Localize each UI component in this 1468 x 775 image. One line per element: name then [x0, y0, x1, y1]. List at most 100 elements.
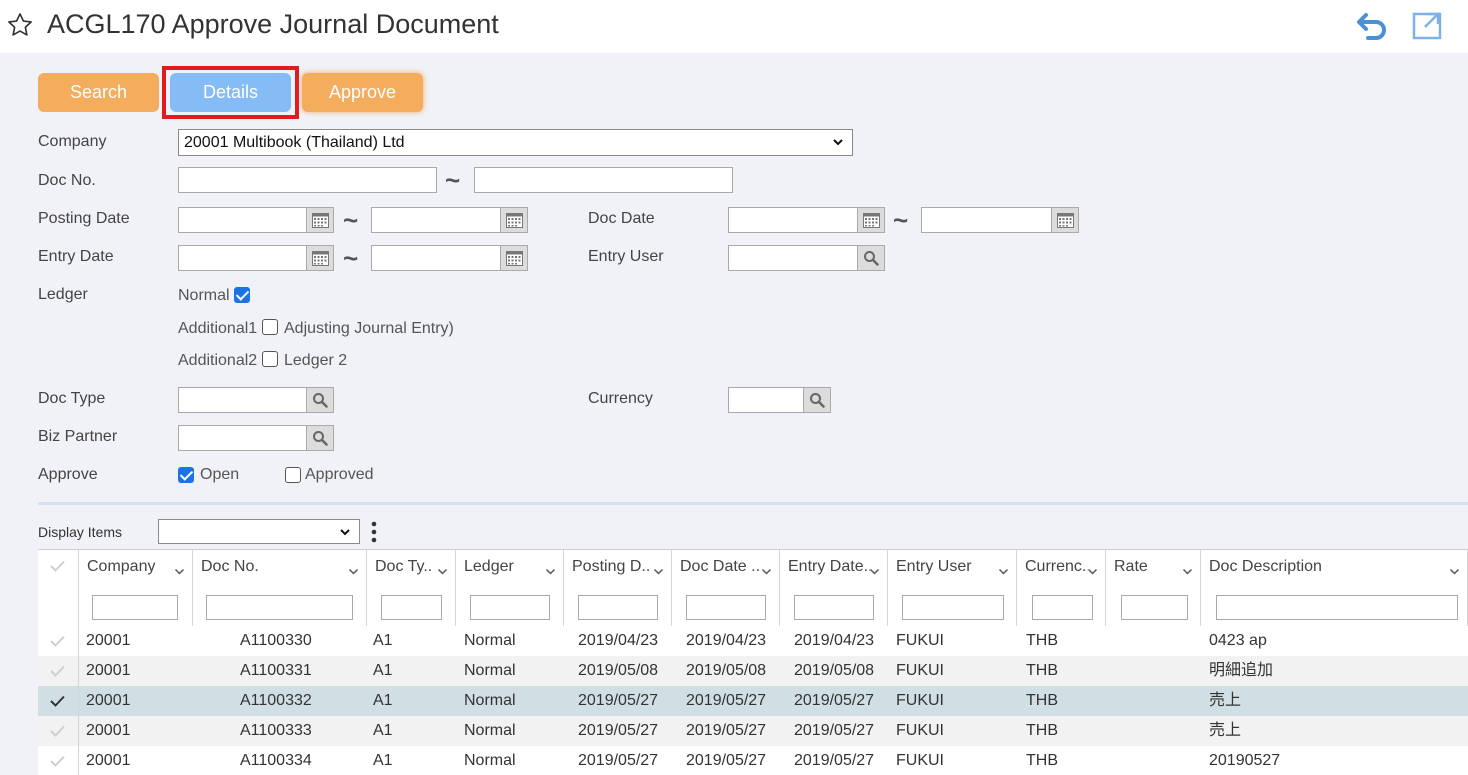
- docno-label: Doc No.: [38, 172, 96, 189]
- chevron-down-icon[interactable]: [437, 566, 448, 577]
- cell-doc-no: A1100334: [240, 752, 312, 769]
- table-row[interactable]: 20001 A1100330 A1 Normal 2019/04/23 2019/04/2…: [38, 626, 1468, 656]
- filter-input-doc-no[interactable]: [206, 595, 353, 620]
- row-select-cell[interactable]: [38, 686, 79, 716]
- chevron-down-icon[interactable]: [998, 566, 1009, 577]
- cell-ledger: Normal: [464, 662, 516, 679]
- column-header-label: Rate: [1114, 558, 1148, 575]
- approve-open-checkbox[interactable]: [178, 467, 194, 483]
- ledger-additional2-label: Additional2: [178, 352, 258, 369]
- docno-from-input[interactable]: [178, 167, 437, 193]
- filter-input-entry-user[interactable]: [902, 595, 1004, 620]
- ledger-normal-checkbox[interactable]: [234, 287, 250, 303]
- search-icon[interactable]: [804, 387, 831, 413]
- row-select-cell[interactable]: [38, 656, 79, 686]
- filter-input-ledger[interactable]: [470, 595, 550, 620]
- cell-doc-description: 売上: [1209, 692, 1242, 709]
- entry-user-input[interactable]: [728, 245, 858, 271]
- cell-company: 20001: [86, 632, 131, 649]
- chevron-down-icon[interactable]: [174, 566, 185, 577]
- biz-partner-label: Biz Partner: [38, 428, 118, 445]
- filter-input-doc-description[interactable]: [1216, 595, 1458, 620]
- cell-doc-type: A1: [373, 692, 393, 709]
- chevron-down-icon[interactable]: [1087, 566, 1098, 577]
- calendar-icon[interactable]: [307, 207, 334, 233]
- cell-doc-date: 2019/05/27: [686, 692, 767, 709]
- approve-button[interactable]: Approve: [302, 73, 423, 112]
- chevron-down-icon[interactable]: [545, 566, 556, 577]
- entry-date-to-input[interactable]: [371, 245, 501, 271]
- cell-ledger: Normal: [464, 632, 516, 649]
- currency-input[interactable]: [728, 387, 804, 413]
- filter-input-rate[interactable]: [1121, 595, 1188, 620]
- select-all-column[interactable]: [38, 550, 79, 627]
- search-icon[interactable]: [307, 425, 334, 451]
- posting-date-to-input[interactable]: [371, 207, 501, 233]
- chevron-down-icon[interactable]: [348, 566, 359, 577]
- filter-input-doc-type[interactable]: [381, 595, 442, 620]
- cell-posting-date: 2019/05/27: [578, 752, 659, 769]
- column-header-label: Currenc..: [1025, 558, 1088, 575]
- table-row[interactable]: 20001 A1100334 A1 Normal 2019/05/27 2019/05/2…: [38, 746, 1468, 775]
- row-select-cell[interactable]: [38, 626, 79, 656]
- cell-ledger: Normal: [464, 752, 516, 769]
- cell-doc-no: A1100331: [240, 662, 312, 679]
- filter-input-doc-date[interactable]: [686, 595, 766, 620]
- company-label: Company: [38, 133, 107, 150]
- star-icon[interactable]: [6, 11, 34, 39]
- cell-doc-type: A1: [373, 632, 393, 649]
- calendar-icon[interactable]: [501, 207, 528, 233]
- table-row[interactable]: 20001 A1100332 A1 Normal 2019/05/27 2019/05/2…: [38, 686, 1468, 716]
- chevron-down-icon[interactable]: [653, 566, 664, 577]
- calendar-icon[interactable]: [1052, 207, 1079, 233]
- approve-approved-checkbox[interactable]: [285, 467, 301, 483]
- chevron-down-icon[interactable]: [761, 566, 772, 577]
- filter-input-company[interactable]: [92, 595, 178, 620]
- column-header-label: Posting D..: [572, 558, 651, 575]
- chevron-down-icon[interactable]: [1449, 566, 1460, 577]
- ledger-additional2-desc: Ledger 2: [284, 352, 348, 369]
- cell-currency: THB: [1026, 632, 1058, 649]
- cell-posting-date: 2019/04/23: [578, 632, 659, 649]
- row-select-cell[interactable]: [38, 746, 79, 775]
- doc-type-input[interactable]: [178, 387, 307, 413]
- posting-date-from-input[interactable]: [178, 207, 307, 233]
- filter-input-currency[interactable]: [1032, 595, 1093, 620]
- chevron-down-icon[interactable]: [869, 566, 880, 577]
- biz-partner-input[interactable]: [178, 425, 307, 451]
- column-header-label: Entry Date..: [788, 558, 870, 575]
- cell-posting-date: 2019/05/27: [578, 722, 659, 739]
- return-icon[interactable]: [1356, 9, 1390, 41]
- calendar-icon[interactable]: [501, 245, 528, 271]
- company-select[interactable]: 20001 Multibook (Thailand) Ltd: [178, 129, 853, 156]
- popout-icon[interactable]: [1411, 9, 1445, 41]
- row-select-cell[interactable]: [38, 716, 79, 746]
- filter-input-entry-date[interactable]: [794, 595, 874, 620]
- cell-doc-date: 2019/04/23: [686, 632, 767, 649]
- entry-date-from-input[interactable]: [178, 245, 307, 271]
- chevron-down-icon[interactable]: [1182, 566, 1193, 577]
- more-vertical-icon[interactable]: [369, 520, 379, 544]
- calendar-icon[interactable]: [858, 207, 885, 233]
- cell-entry-date: 2019/05/27: [794, 722, 875, 739]
- company-value: 20001 Multibook (Thailand) Ltd: [184, 133, 405, 151]
- calendar-icon[interactable]: [307, 245, 334, 271]
- search-button[interactable]: Search: [38, 73, 159, 112]
- ledger-additional1-checkbox[interactable]: [262, 319, 278, 335]
- doc-date-from-input[interactable]: [728, 207, 858, 233]
- search-icon[interactable]: [307, 387, 334, 413]
- cell-posting-date: 2019/05/27: [578, 692, 659, 709]
- filter-input-posting-date[interactable]: [578, 595, 658, 620]
- range-separator: ~: [445, 165, 461, 195]
- cell-doc-no: A1100330: [240, 632, 312, 649]
- display-items-select[interactable]: [158, 519, 360, 544]
- table-row[interactable]: 20001 A1100333 A1 Normal 2019/05/27 2019/05/2…: [38, 716, 1468, 746]
- table-row[interactable]: 20001 A1100331 A1 Normal 2019/05/08 2019/05/0…: [38, 656, 1468, 686]
- currency-label: Currency: [588, 390, 653, 407]
- cell-company: 20001: [86, 662, 131, 679]
- doc-date-to-input[interactable]: [921, 207, 1052, 233]
- docno-to-input[interactable]: [474, 167, 733, 193]
- approve-label: Approve: [38, 466, 98, 483]
- ledger-additional2-checkbox[interactable]: [262, 351, 278, 367]
- search-icon[interactable]: [858, 245, 885, 271]
